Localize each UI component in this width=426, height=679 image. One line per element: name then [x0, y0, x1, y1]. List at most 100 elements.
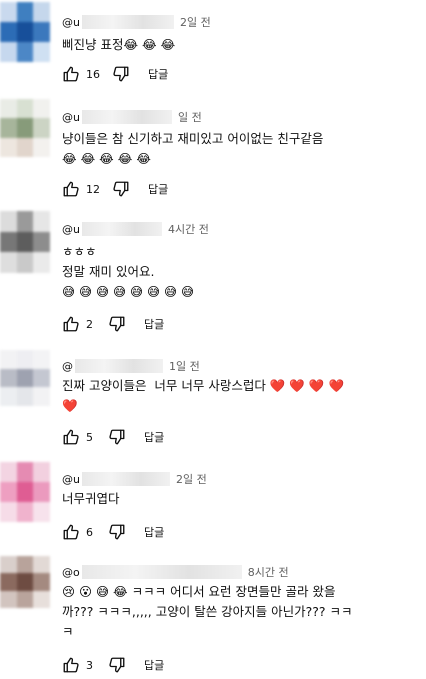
thumbs-up-icon [63, 66, 79, 82]
avatar-pixel [16, 502, 34, 522]
like-count: 2 [86, 317, 93, 331]
reply-button[interactable]: 답글 [148, 66, 168, 82]
avatar-pixel [33, 252, 50, 273]
avatar-pixel [0, 350, 17, 369]
avatar-pixel [33, 118, 50, 138]
avatar-pixel [16, 22, 34, 42]
avatar-pixel [33, 502, 50, 522]
avatar[interactable] [0, 350, 50, 406]
comment-item: @u 4시간 전 ㅎㅎㅎ 정말 재미 있어요. 😅 😅 😅 😅 😅 😅 😅 😅 … [0, 208, 426, 343]
comment-item: @o 8시간 전 😢 😮 😅 😂 ㅋㅋㅋ 어디서 요런 장면들만 골라 왔을 까… [0, 556, 426, 676]
comment-text: 삐진냥 표정😂 😂 😂 [62, 37, 176, 52]
thumbs-down-icon [113, 181, 129, 197]
comment-time[interactable]: 8시간 전 [248, 564, 289, 580]
avatar-pixel [16, 462, 34, 482]
thumbs-up-icon [63, 524, 79, 540]
dislike-button[interactable] [108, 428, 126, 446]
comment-header: @u 4시간 전 [62, 221, 209, 237]
author-handle[interactable]: @u [62, 111, 80, 124]
thumbs-up-icon [63, 657, 79, 673]
comment-text: 너무귀엽다 [62, 491, 120, 506]
avatar-pixel [16, 387, 34, 406]
dislike-button[interactable] [108, 523, 126, 541]
comment-header: @u 일 전 [62, 109, 202, 125]
thumbs-up-icon [63, 181, 79, 197]
dislike-button[interactable] [108, 315, 126, 333]
avatar-pixel [33, 368, 50, 388]
avatar[interactable] [0, 99, 50, 157]
comment-time[interactable]: 2일 전 [180, 14, 211, 30]
avatar-pixel [0, 137, 17, 157]
avatar-pixel [0, 22, 17, 42]
comment-time[interactable]: 4시간 전 [168, 221, 209, 237]
comment-header: @ 1일 전 [62, 358, 200, 374]
avatar-pixel [0, 231, 17, 253]
avatar-pixel [33, 387, 50, 406]
dislike-button[interactable] [112, 65, 130, 83]
comment-actions: 3 답글 [62, 655, 164, 675]
blurred-username [81, 472, 170, 486]
avatar-pixel [16, 211, 34, 232]
like-button[interactable] [62, 656, 80, 674]
dislike-button[interactable] [108, 656, 126, 674]
avatar-pixel [0, 42, 17, 62]
like-button[interactable] [62, 315, 80, 333]
blurred-username [81, 565, 242, 579]
avatar-pixel [0, 99, 17, 119]
avatar-pixel [33, 2, 50, 22]
avatar-pixel [33, 42, 50, 62]
comment-time[interactable]: 일 전 [178, 109, 202, 125]
blurred-username [81, 15, 174, 29]
comment-item: @ 1일 전 진짜 고양이들은 너무 너무 사랑스럽다 ❤️ ❤️ ❤️ ❤️ … [0, 350, 426, 460]
avatar-pixel [0, 482, 17, 502]
like-count: 12 [86, 182, 100, 196]
reply-button[interactable]: 답글 [144, 429, 164, 445]
author-handle[interactable]: @u [62, 473, 80, 486]
comment-header: @o 8시간 전 [62, 564, 289, 580]
avatar-pixel [33, 231, 50, 253]
avatar[interactable] [0, 211, 50, 273]
avatar-pixel [16, 42, 34, 62]
comment-actions: 2 답글 [62, 314, 164, 334]
author-handle[interactable]: @ [62, 360, 73, 373]
avatar[interactable] [0, 556, 50, 608]
avatar[interactable] [0, 2, 50, 62]
avatar-pixel [0, 252, 17, 273]
comment-time[interactable]: 1일 전 [169, 358, 200, 374]
avatar-pixel [16, 2, 34, 22]
avatar[interactable] [0, 462, 50, 522]
avatar-pixel [33, 556, 50, 574]
avatar-pixel [0, 368, 17, 388]
comment-item: @u 2일 전 삐진냥 표정😂 😂 😂 16 답글 [0, 0, 426, 90]
like-button[interactable] [62, 180, 80, 198]
comment-text: ㅎㅎㅎ 정말 재미 있어요. 😅 😅 😅 😅 😅 😅 😅 😅 [62, 244, 195, 299]
comment-time[interactable]: 2일 전 [176, 471, 207, 487]
reply-button[interactable]: 답글 [148, 181, 168, 197]
author-handle[interactable]: @u [62, 223, 80, 236]
avatar-pixel [16, 368, 34, 388]
comment-text: 😢 😮 😅 😂 ㅋㅋㅋ 어디서 요런 장면들만 골라 왔을 까??? ㅋㅋㅋ,,… [62, 584, 353, 639]
dislike-button[interactable] [112, 180, 130, 198]
avatar-pixel [33, 350, 50, 369]
like-count: 16 [86, 67, 100, 81]
like-button[interactable] [62, 523, 80, 541]
reply-button[interactable]: 답글 [144, 524, 164, 540]
reply-button[interactable]: 답글 [144, 657, 164, 673]
like-button[interactable] [62, 428, 80, 446]
avatar-pixel [0, 573, 17, 591]
blurred-username [81, 110, 172, 124]
thumbs-down-icon [109, 657, 125, 673]
reply-button[interactable]: 답글 [144, 316, 164, 332]
thumbs-up-icon [63, 429, 79, 445]
avatar-pixel [16, 556, 34, 574]
author-handle[interactable]: @o [62, 566, 80, 579]
avatar-pixel [0, 211, 17, 232]
like-button[interactable] [62, 65, 80, 83]
avatar-pixel [33, 482, 50, 502]
avatar-pixel [33, 211, 50, 232]
comment-actions: 5 답글 [62, 427, 164, 447]
author-handle[interactable]: @u [62, 16, 80, 29]
avatar-pixel [16, 573, 34, 591]
comment-header: @u 2일 전 [62, 14, 211, 30]
avatar-pixel [0, 556, 17, 574]
